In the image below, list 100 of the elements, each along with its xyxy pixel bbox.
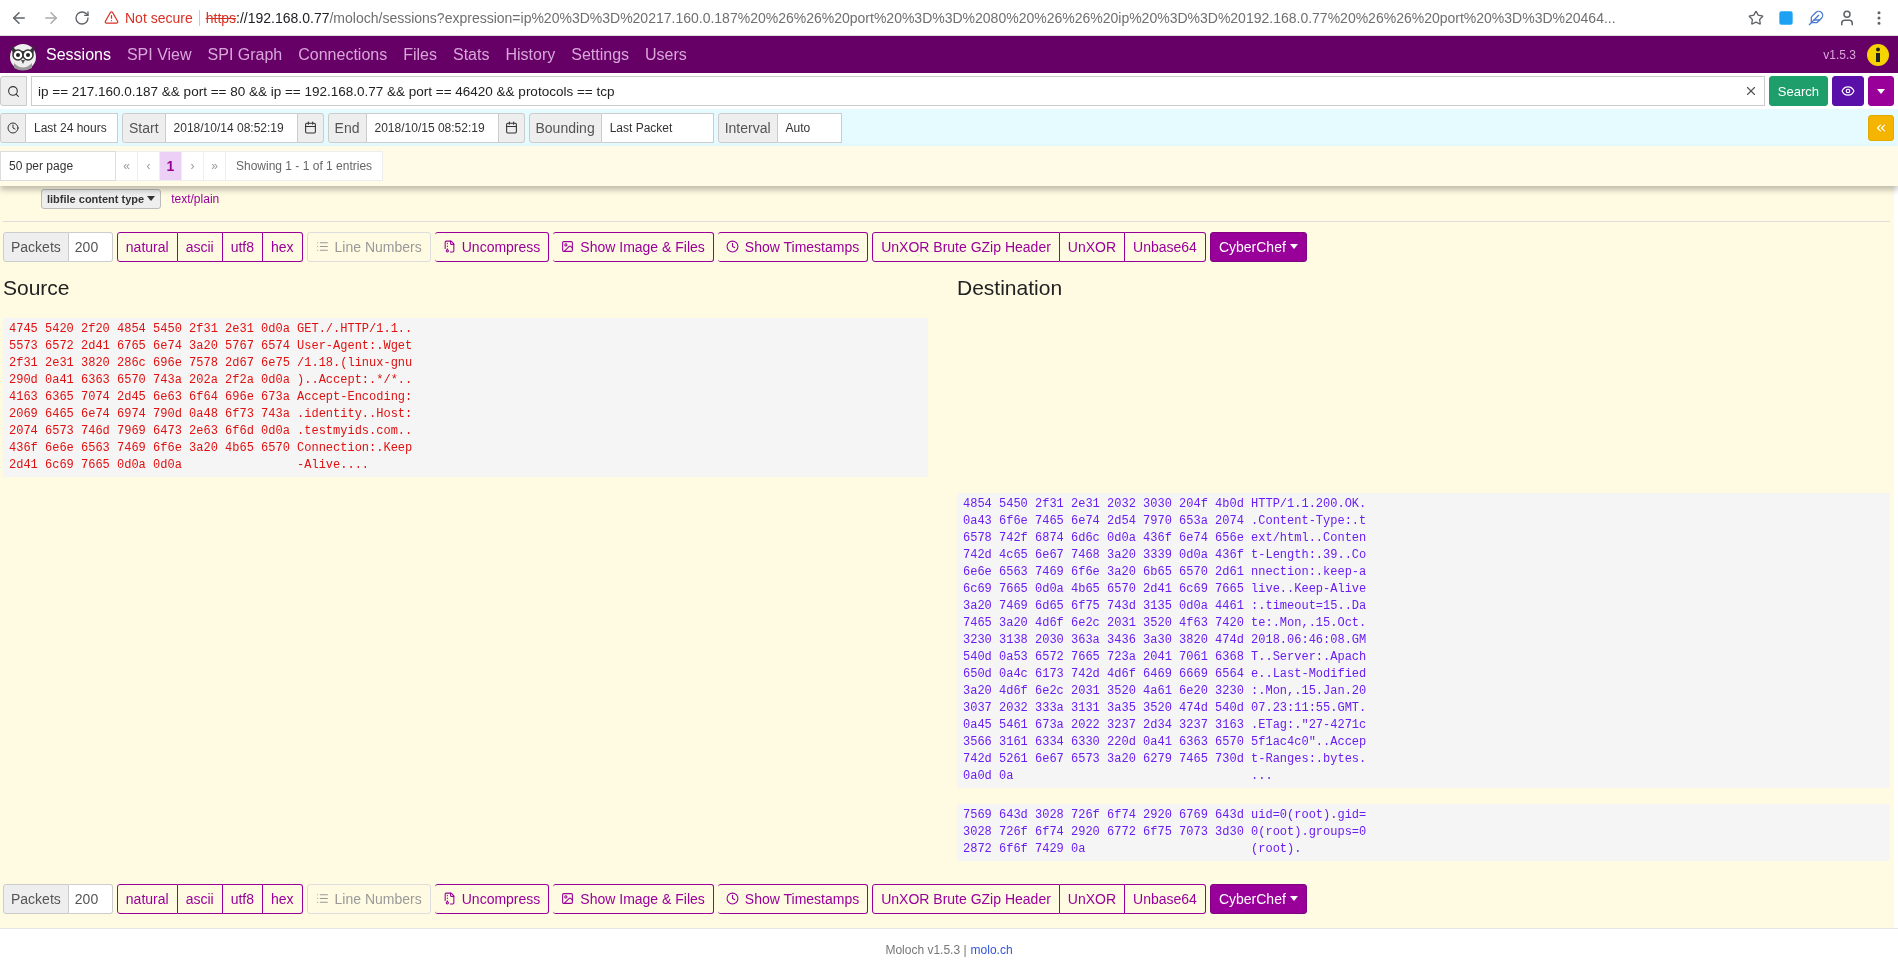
- bounding-label: Bounding: [528, 112, 602, 143]
- feather-icon[interactable]: [1808, 9, 1824, 26]
- field-value[interactable]: text/plain: [171, 191, 220, 206]
- ascii-text: .Content-Type:.t: [1251, 513, 1367, 530]
- hex-bytes: 6c69 7665 0d0a 4b65 6570 2d41 6c69 7665: [963, 581, 1245, 598]
- decoder-button[interactable]: UnXOR: [1059, 231, 1126, 262]
- reload-icon[interactable]: [74, 9, 90, 26]
- decoder-button[interactable]: UnXOR Brute GZip Header: [872, 231, 1060, 262]
- cyberchef-menu-button[interactable]: CyberChef: [1209, 883, 1307, 914]
- ascii-text: /1.18.(linux-gnu: [297, 355, 413, 372]
- start-date-field[interactable]: 2018/10/14 08:52:19: [165, 112, 298, 143]
- ascii-text: e..Last-Modified: [1251, 666, 1367, 683]
- format-button[interactable]: hex: [263, 883, 303, 914]
- calendar-icon[interactable]: [498, 112, 525, 143]
- packets-field[interactable]: 200: [68, 883, 113, 914]
- hex-bytes: 4163 6365 7074 2d45 6e63 6f64 696e 673a: [9, 389, 291, 406]
- hex-bytes: 3230 3138 2030 363a 3436 3a30 3820 474d: [963, 632, 1245, 649]
- hex-bytes: 2f31 2e31 3820 286c 696e 7578 2d67 6e75: [9, 355, 291, 372]
- nav-link[interactable]: Users: [637, 45, 695, 64]
- source-heading: Source: [3, 275, 71, 301]
- actions-menu-button[interactable]: [1868, 76, 1894, 106]
- search-icon: [0, 76, 27, 106]
- hex-bytes: 2069 6465 6e74 6974 790d 0a48 6f73 743a: [9, 406, 291, 423]
- hex-bytes: 540d 0a53 6572 7665 723a 2041 7061 6368: [963, 649, 1245, 666]
- format-button[interactable]: ascii: [177, 883, 223, 914]
- page-link[interactable]: 1: [160, 151, 182, 181]
- hex-bytes: 2872 6f6f 7429 0a: [963, 841, 1087, 858]
- format-button[interactable]: natural: [116, 231, 178, 262]
- interval-label: Interval: [717, 112, 778, 143]
- nav-link[interactable]: Files: [395, 45, 445, 64]
- decoder-button[interactable]: UnXOR Brute GZip Header: [872, 883, 1060, 914]
- decoder-button[interactable]: Unbase64: [1125, 883, 1206, 914]
- start-label: Start: [122, 112, 166, 143]
- ascii-text: te:.Mon,.15.Oct.: [1251, 615, 1367, 632]
- eye-icon: [1841, 84, 1855, 98]
- hex-bytes: 0a43 6f6e 7465 6e74 2d54 7970 653a 2074: [963, 513, 1245, 530]
- hex-bytes: 3028 726f 6f74 2920 6772 6f75 7073 3d30: [963, 824, 1245, 841]
- format-button[interactable]: utf8: [222, 231, 263, 262]
- hex-bytes: 5573 6572 2d41 6765 6e74 3a20 5767 6574: [9, 338, 291, 355]
- ascii-text: GET./.HTTP/1.1..: [297, 321, 413, 338]
- hex-bytes: 4854 5450 2f31 2e31 2032 3030 204f 4b0d: [963, 496, 1245, 513]
- format-button[interactable]: utf8: [222, 883, 263, 914]
- format-button[interactable]: ascii: [177, 231, 223, 262]
- info-icon[interactable]: [1866, 42, 1890, 67]
- image-icon: [561, 240, 575, 253]
- entries-info: Showing 1 - 1 of 1 entries: [226, 151, 384, 181]
- image-button[interactable]: Show Image & Files: [553, 231, 714, 262]
- field-dropdown-button[interactable]: libfile content type: [41, 188, 162, 209]
- nav-link[interactable]: SPI View: [118, 45, 200, 64]
- hex-bytes: 3037 2032 333a 3131 3a35 3520 474d 540d: [963, 700, 1245, 717]
- search-field[interactable]: ip == 217.160.0.187 && port == 80 && ip == 192.168.0.77 && port == 46420 && protocols == tcp: [31, 76, 1765, 106]
- hex-bytes: 2d41 6c69 7665 0d0a 0d0a: [9, 457, 183, 474]
- nav-link[interactable]: Settings: [563, 45, 638, 64]
- hex-bytes: 3a20 7469 6d65 6f75 743d 3135 0d0a 4461: [963, 598, 1245, 615]
- image-icon: [561, 892, 575, 905]
- list-icon: [315, 892, 329, 905]
- decoder-button[interactable]: Unbase64: [1125, 231, 1206, 262]
- nav-link[interactable]: History: [497, 45, 564, 64]
- ascii-text: 0(root).groups=0: [1251, 824, 1367, 841]
- nav-link[interactable]: Connections: [290, 45, 396, 64]
- packets-field[interactable]: 200: [68, 231, 113, 262]
- ascii-text: :.timeout=15..Da: [1251, 598, 1367, 615]
- image-button[interactable]: Show Image & Files: [553, 883, 714, 914]
- hex-bytes: 3a20 4d6f 6e2c 2031 3520 4a61 6e20 3230: [963, 683, 1245, 700]
- format-button[interactable]: hex: [263, 231, 303, 262]
- clock-icon: [725, 240, 739, 253]
- views-button[interactable]: [1832, 76, 1864, 106]
- format-button[interactable]: natural: [116, 883, 178, 914]
- caret-icon: [1289, 896, 1298, 901]
- hex-bytes: 3566 3161 6334 6330 220d 0a41 6363 6570: [963, 734, 1245, 751]
- ascii-text: HTTP/1.1.200.OK.: [1251, 496, 1367, 513]
- ascii-text: 2018.06:46:08.GM: [1251, 632, 1367, 649]
- star-icon[interactable]: [1748, 9, 1764, 26]
- nav-link[interactable]: Stats: [445, 45, 498, 64]
- cyberchef-menu-button[interactable]: CyberChef: [1209, 231, 1307, 262]
- time-range-select[interactable]: Last 24 hours: [26, 112, 118, 143]
- nav-link[interactable]: Sessions: [38, 45, 119, 64]
- file-archive-icon: [442, 892, 456, 905]
- footer-link[interactable]: molo.ch: [970, 942, 1013, 957]
- nav-link[interactable]: SPI Graph: [199, 45, 291, 64]
- address-bar[interactable]: https://192.168.0.77/moloch/sessions?expression=ip%20%3D%3D%20217.160.0.187%20%26%26%20port%20%3D%3D%2080%20%26%26%20ip%20%3D%3D%20192.168.0.77%20%26%26%20port%20%3D%3D%20464...: [205, 9, 1616, 26]
- hex-bytes: 290d 0a41 6363 6570 743a 202a 2f2a 0d0a: [9, 372, 291, 389]
- ascii-text: T..Server:.Apach: [1251, 649, 1367, 666]
- hex-bytes: 742d 4c65 6e67 7468 3a20 3339 0d0a 436f: [963, 547, 1245, 564]
- ascii-text: 07.23:11:55.GMT.: [1251, 700, 1367, 717]
- ascii-text: :.Mon,.15.Jan.20: [1251, 683, 1367, 700]
- interval-select[interactable]: Auto: [777, 112, 842, 143]
- hex-bytes: 6e6e 6563 7469 6f6e 3a20 6b65 6570 2d61: [963, 564, 1245, 581]
- decoder-button[interactable]: UnXOR: [1059, 883, 1126, 914]
- hex-bytes: 4745 5420 2f20 4854 5450 2f31 2e31 0d0a: [9, 321, 291, 338]
- calendar-icon[interactable]: [297, 112, 324, 143]
- per-page-select[interactable]: 50 per page: [0, 151, 116, 181]
- bounding-select[interactable]: Last Packet: [601, 112, 714, 143]
- profile-icon[interactable]: [1838, 8, 1856, 27]
- hex-bytes: 2074 6573 746d 7969 6473 2e63 6f6d 0d0a: [9, 423, 291, 440]
- hex-bytes: 0a0d 0a: [963, 768, 1015, 785]
- ascii-text: ...: [1251, 768, 1273, 785]
- destination-heading: Destination: [957, 275, 1064, 301]
- end-date-field[interactable]: 2018/10/15 08:52:19: [366, 112, 499, 143]
- packets-label: Packets: [3, 231, 69, 262]
